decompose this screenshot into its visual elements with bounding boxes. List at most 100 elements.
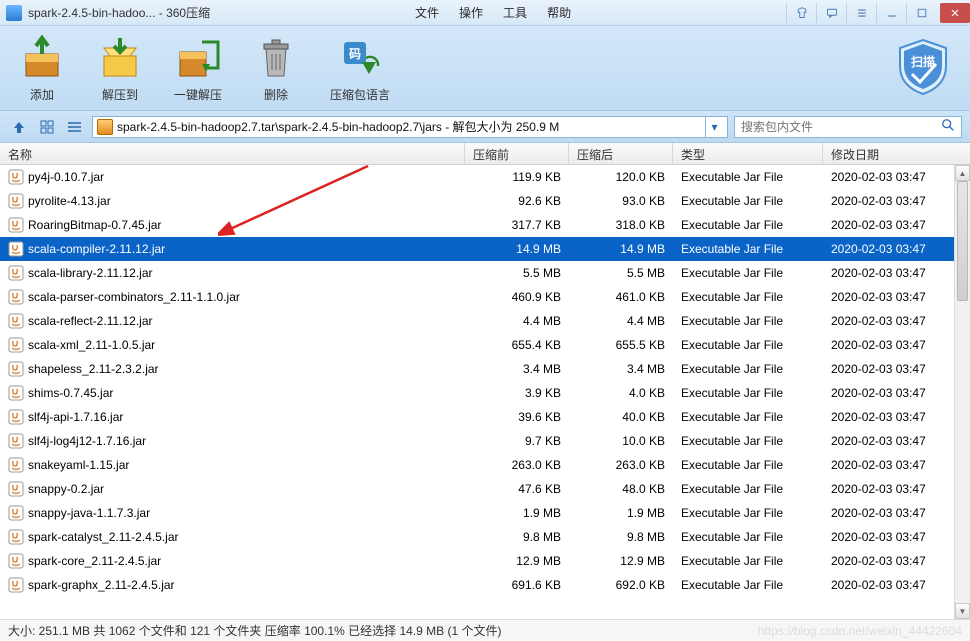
table-row[interactable]: spark-graphx_2.11-2.4.5.jar691.6 KB692.0… — [0, 573, 970, 597]
file-name: shims-0.7.45.jar — [28, 386, 113, 400]
path-dropdown-button[interactable]: ▾ — [705, 117, 723, 137]
table-row[interactable]: slf4j-api-1.7.16.jar39.6 KB40.0 KBExecut… — [0, 405, 970, 429]
add-button[interactable]: 添加 — [18, 34, 66, 103]
col-after[interactable]: 压缩后 — [569, 143, 673, 164]
cell-name: slf4j-api-1.7.16.jar — [0, 409, 465, 425]
path-box[interactable]: spark-2.4.5-bin-hadoop2.7.tar\spark-2.4.… — [92, 116, 728, 138]
scan-badge[interactable]: 扫描 — [894, 38, 952, 96]
onekey-button[interactable]: 一键解压 — [174, 34, 222, 103]
cell-before: 655.4 KB — [465, 338, 569, 352]
delete-label: 删除 — [264, 86, 288, 103]
table-row[interactable]: snappy-java-1.1.7.3.jar1.9 MB1.9 MBExecu… — [0, 501, 970, 525]
cell-type: Executable Jar File — [673, 170, 823, 184]
lang-label: 压缩包语言 — [330, 86, 390, 103]
cell-after: 48.0 KB — [569, 482, 673, 496]
cell-before: 460.9 KB — [465, 290, 569, 304]
cell-name: spark-core_2.11-2.4.5.jar — [0, 553, 465, 569]
cell-name: scala-reflect-2.11.12.jar — [0, 313, 465, 329]
file-name: spark-graphx_2.11-2.4.5.jar — [28, 578, 175, 592]
table-row[interactable]: shims-0.7.45.jar3.9 KB4.0 KBExecutable J… — [0, 381, 970, 405]
table-row[interactable]: py4j-0.10.7.jar119.9 KB120.0 KBExecutabl… — [0, 165, 970, 189]
cell-type: Executable Jar File — [673, 266, 823, 280]
search-input[interactable] — [741, 120, 931, 134]
cell-date: 2020-02-03 03:47 — [823, 458, 970, 472]
menu-file[interactable]: 文件 — [415, 4, 439, 21]
cell-before: 92.6 KB — [465, 194, 569, 208]
minimize-button[interactable] — [876, 3, 906, 23]
extract-icon — [96, 34, 144, 82]
cell-before: 14.9 MB — [465, 242, 569, 256]
up-button[interactable] — [8, 116, 30, 138]
jar-icon — [8, 169, 24, 185]
file-name: RoaringBitmap-0.7.45.jar — [28, 218, 161, 232]
table-row[interactable]: scala-library-2.11.12.jar5.5 MB5.5 MBExe… — [0, 261, 970, 285]
cell-type: Executable Jar File — [673, 338, 823, 352]
jar-icon — [8, 385, 24, 401]
search-box[interactable] — [734, 116, 962, 138]
file-name: scala-parser-combinators_2.11-1.1.0.jar — [28, 290, 240, 304]
cell-name: shims-0.7.45.jar — [0, 385, 465, 401]
feedback-button[interactable] — [816, 3, 846, 23]
table-row[interactable]: spark-catalyst_2.11-2.4.5.jar9.8 MB9.8 M… — [0, 525, 970, 549]
cell-before: 317.7 KB — [465, 218, 569, 232]
close-button[interactable] — [940, 3, 970, 23]
view-list-button[interactable] — [64, 116, 86, 138]
cell-date: 2020-02-03 03:47 — [823, 410, 970, 424]
scrollbar[interactable]: ▲ ▼ — [954, 165, 970, 619]
table-row[interactable]: shapeless_2.11-2.3.2.jar3.4 MB3.4 MBExec… — [0, 357, 970, 381]
col-type[interactable]: 类型 — [673, 143, 823, 164]
cell-before: 3.4 MB — [465, 362, 569, 376]
table-row[interactable]: RoaringBitmap-0.7.45.jar317.7 KB318.0 KB… — [0, 213, 970, 237]
table-row[interactable]: scala-parser-combinators_2.11-1.1.0.jar 4… — [0, 285, 970, 309]
table-row[interactable]: snakeyaml-1.15.jar263.0 KB263.0 KBExecut… — [0, 453, 970, 477]
cell-name: scala-library-2.11.12.jar — [0, 265, 465, 281]
lang-button[interactable]: 码 压缩包语言 — [330, 34, 390, 103]
cell-after: 40.0 KB — [569, 410, 673, 424]
table-row[interactable]: slf4j-log4j12-1.7.16.jar9.7 KB10.0 KBExe… — [0, 429, 970, 453]
table-row[interactable]: pyrolite-4.13.jar92.6 KB93.0 KBExecutabl… — [0, 189, 970, 213]
cell-type: Executable Jar File — [673, 242, 823, 256]
maximize-button[interactable] — [906, 3, 936, 23]
cell-type: Executable Jar File — [673, 314, 823, 328]
col-before[interactable]: 压缩前 — [465, 143, 569, 164]
menu-help[interactable]: 帮助 — [547, 4, 571, 21]
scroll-down-button[interactable]: ▼ — [955, 603, 970, 619]
menu-button[interactable] — [846, 3, 876, 23]
jar-icon — [8, 481, 24, 497]
onekey-icon — [174, 34, 222, 82]
jar-icon — [8, 553, 24, 569]
cell-name: spark-catalyst_2.11-2.4.5.jar — [0, 529, 465, 545]
menu-tool[interactable]: 工具 — [503, 4, 527, 21]
table-row[interactable]: spark-core_2.11-2.4.5.jar12.9 MB12.9 MBE… — [0, 549, 970, 573]
status-bar: 大小: 251.1 MB 共 1062 个文件和 121 个文件夹 压缩率 10… — [0, 619, 970, 641]
cell-date: 2020-02-03 03:47 — [823, 314, 970, 328]
column-header: 名称 压缩前 压缩后 类型 修改日期 — [0, 143, 970, 165]
file-list: py4j-0.10.7.jar119.9 KB120.0 KBExecutabl… — [0, 165, 970, 619]
add-label: 添加 — [30, 86, 54, 103]
cell-type: Executable Jar File — [673, 434, 823, 448]
archive-icon — [97, 119, 113, 135]
extract-button[interactable]: 解压到 — [96, 34, 144, 103]
table-row[interactable]: scala-compiler-2.11.12.jar14.9 MB14.9 MB… — [0, 237, 970, 261]
col-date[interactable]: 修改日期 — [823, 143, 970, 164]
window-title: spark-2.4.5-bin-hadoo... - 360压缩 — [28, 4, 210, 21]
cell-before: 9.7 KB — [465, 434, 569, 448]
scroll-up-button[interactable]: ▲ — [955, 165, 970, 181]
table-row[interactable]: scala-xml_2.11-1.0.5.jar655.4 KB655.5 KB… — [0, 333, 970, 357]
view-icons-button[interactable] — [36, 116, 58, 138]
jar-icon — [8, 217, 24, 233]
cell-before: 119.9 KB — [465, 170, 569, 184]
skin-button[interactable] — [786, 3, 816, 23]
cell-date: 2020-02-03 03:47 — [823, 578, 970, 592]
scroll-thumb[interactable] — [957, 181, 968, 301]
cell-after: 655.5 KB — [569, 338, 673, 352]
search-icon[interactable] — [941, 118, 955, 135]
cell-date: 2020-02-03 03:47 — [823, 170, 970, 184]
cell-date: 2020-02-03 03:47 — [823, 386, 970, 400]
table-row[interactable]: scala-reflect-2.11.12.jar4.4 MB4.4 MBExe… — [0, 309, 970, 333]
col-name[interactable]: 名称 — [0, 143, 465, 164]
cell-date: 2020-02-03 03:47 — [823, 266, 970, 280]
menu-operate[interactable]: 操作 — [459, 4, 483, 21]
table-row[interactable]: snappy-0.2.jar47.6 KB48.0 KBExecutable J… — [0, 477, 970, 501]
delete-button[interactable]: 删除 — [252, 34, 300, 103]
